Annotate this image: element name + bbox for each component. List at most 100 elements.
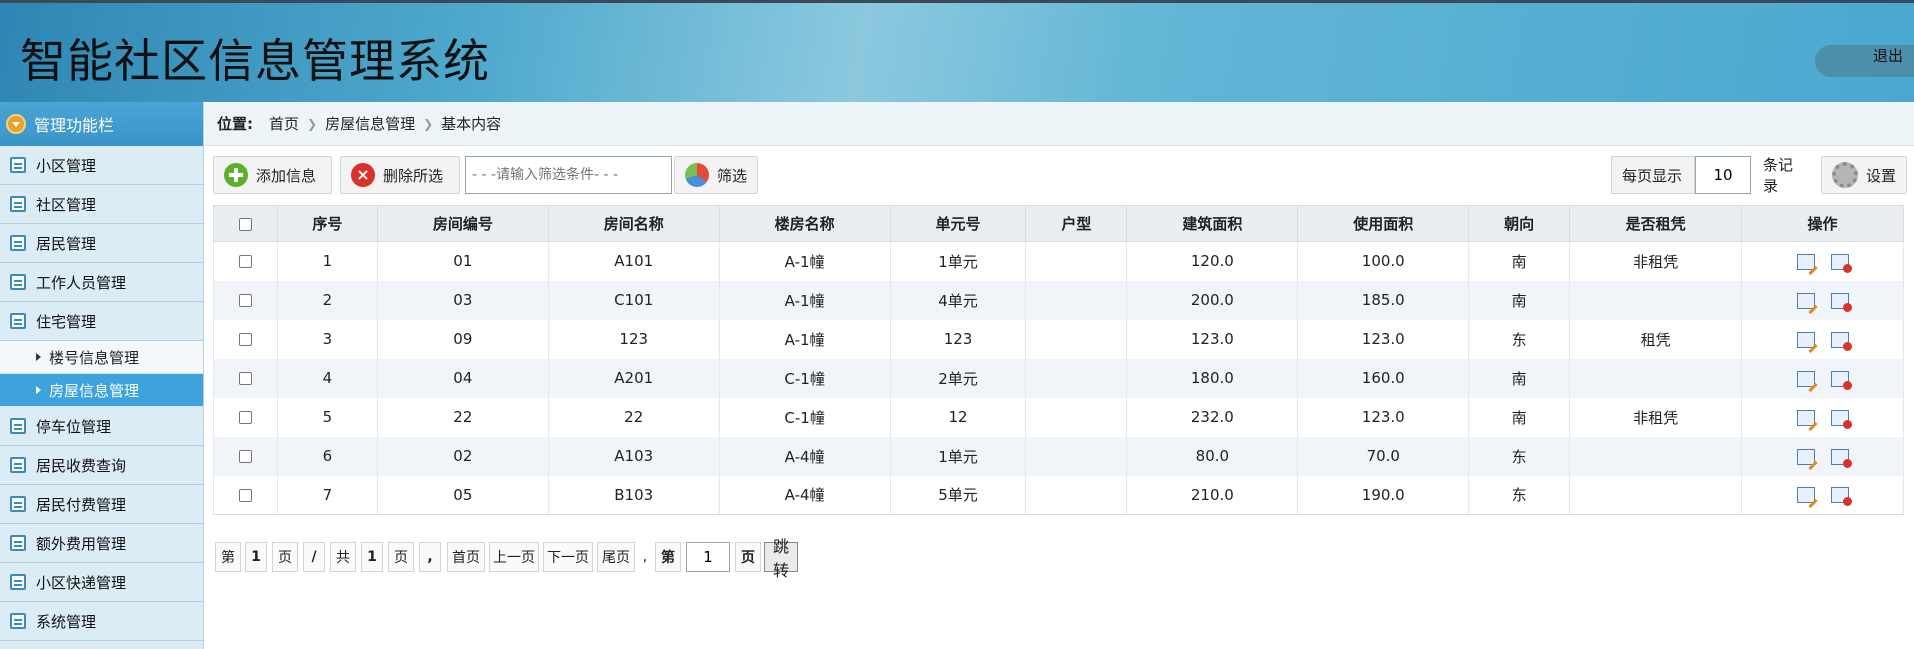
breadcrumb-home[interactable]: 首页 [269, 113, 299, 134]
delete-row-icon[interactable] [1830, 331, 1852, 351]
edit-icon[interactable] [1796, 370, 1815, 387]
table-cell [1569, 358, 1743, 398]
column-header: 序号 [276, 205, 378, 242]
table-cell [1025, 319, 1128, 359]
breadcrumb-house-info[interactable]: 房屋信息管理 [325, 113, 415, 134]
sidebar-header: 管理功能栏 [0, 102, 203, 146]
edit-icon[interactable] [1796, 448, 1815, 465]
row-select-cell [213, 358, 278, 398]
next-page-button[interactable]: 下一页 [543, 542, 593, 572]
table-cell [1025, 397, 1128, 437]
table-cell: 123 [889, 319, 1027, 359]
table-cell: 200.0 [1126, 280, 1299, 320]
row-checkbox[interactable] [238, 333, 252, 346]
jump-page-input[interactable] [686, 542, 730, 572]
row-checkbox[interactable] [238, 411, 252, 424]
caret-right-icon [36, 353, 41, 361]
sidebar-item-group1-1[interactable]: 社区管理 [0, 185, 203, 224]
filter-input[interactable] [465, 156, 672, 194]
sidebar-item-label: 小区管理 [36, 156, 97, 175]
settings-label: 设置 [1866, 166, 1897, 185]
sidebar-item-group2-3[interactable]: 额外费用管理 [0, 524, 203, 563]
jump-button[interactable]: 跳转 [764, 537, 799, 580]
add-button[interactable]: 添加信息 [213, 156, 332, 194]
delete-selected-button[interactable]: × 删除所选 [340, 156, 460, 194]
table-cell: C-1幢 [718, 397, 891, 437]
logout-button[interactable]: 退出 [1815, 45, 1914, 77]
edit-icon[interactable] [1796, 331, 1815, 348]
sidebar-item-group1-0[interactable]: 小区管理 [0, 146, 203, 185]
first-page-button[interactable]: 首页 [447, 542, 485, 572]
table-cell: A-1幢 [718, 319, 891, 359]
row-checkbox[interactable] [238, 255, 252, 269]
delete-row-icon[interactable] [1830, 292, 1852, 312]
table-cell: 7 [276, 475, 378, 515]
perpage-input[interactable] [1695, 156, 1751, 194]
delete-row-icon[interactable] [1830, 448, 1852, 468]
table-cell: 租凭 [1569, 319, 1743, 359]
sidebar-item-label: 居民管理 [36, 234, 97, 253]
last-page-button[interactable]: 尾页 [597, 542, 635, 572]
list-icon [10, 196, 26, 212]
sidebar-item-label: 社区管理 [36, 195, 97, 214]
prev-page-button[interactable]: 上一页 [489, 542, 539, 572]
pager-text: , [419, 542, 441, 572]
delete-row-icon[interactable] [1830, 370, 1852, 390]
column-header: 建筑面积 [1126, 205, 1299, 242]
table-cell: 1 [276, 241, 378, 281]
sidebar-subitem-0[interactable]: 楼号信息管理 [0, 341, 203, 374]
settings-button[interactable]: 设置 [1821, 156, 1907, 194]
table-cell: 22 [376, 397, 549, 437]
sidebar-item-group2-2[interactable]: 居民付费管理 [0, 485, 203, 524]
pager-text: 页 [735, 542, 761, 572]
edit-icon[interactable] [1796, 253, 1815, 270]
edit-icon[interactable] [1796, 487, 1815, 504]
row-checkbox[interactable] [238, 450, 252, 463]
delete-row-icon[interactable] [1830, 409, 1852, 429]
sidebar-subitem-1[interactable]: 房屋信息管理 [0, 374, 203, 407]
table-cell: 09 [376, 319, 549, 359]
table-cell: 02 [376, 436, 549, 476]
table-cell: C-1幢 [718, 358, 891, 398]
list-icon [10, 157, 26, 173]
list-icon [10, 418, 26, 434]
table-cell: 04 [376, 358, 549, 398]
table-cell: A-4幢 [718, 475, 891, 515]
table-cell: 123 [547, 319, 720, 359]
table-cell: 6 [276, 436, 378, 476]
row-checkbox[interactable] [238, 294, 252, 307]
table-cell: 2 [276, 280, 378, 320]
sidebar-item-group1-3[interactable]: 工作人员管理 [0, 263, 203, 302]
perpage-text: 每页显示 [1622, 166, 1683, 185]
table-cell: 123.0 [1297, 397, 1470, 437]
table-cell: 185.0 [1297, 280, 1470, 320]
column-header: 楼房名称 [718, 205, 891, 242]
select-all-checkbox[interactable] [238, 217, 252, 231]
sidebar-item-group2-5[interactable]: 系统管理 [0, 602, 203, 641]
table-cell: 190.0 [1297, 475, 1470, 515]
sidebar-item-group1-4[interactable]: 住宅管理 [0, 302, 203, 341]
column-header: 房间名称 [547, 205, 720, 242]
table-cell: B103 [547, 475, 720, 515]
sidebar-item-group1-2[interactable]: 居民管理 [0, 224, 203, 263]
sidebar-item-group2-0[interactable]: 停车位管理 [0, 407, 203, 446]
row-actions [1741, 358, 1904, 398]
select-all-cell [213, 205, 278, 242]
delete-row-icon[interactable] [1830, 487, 1852, 507]
table-cell: 22 [547, 397, 720, 437]
sidebar-item-group2-4[interactable]: 小区快递管理 [0, 563, 203, 602]
edit-icon[interactable] [1796, 409, 1815, 426]
row-select-cell [213, 475, 278, 515]
sidebar-item-label: 居民收费查询 [36, 456, 127, 475]
table-cell: 南 [1468, 358, 1571, 398]
table-row: 5 22 22 C-1幢 12 232.0 123.0 南非租凭 [213, 397, 1904, 437]
sidebar-item-group2-1[interactable]: 居民收费查询 [0, 446, 203, 485]
row-checkbox[interactable] [238, 488, 252, 502]
column-header: 单元号 [889, 205, 1027, 242]
filter-button[interactable]: 筛选 [674, 156, 758, 194]
sidebar-item-label: 系统管理 [36, 612, 97, 631]
row-checkbox[interactable] [238, 372, 252, 385]
edit-icon[interactable] [1796, 292, 1815, 309]
delete-row-icon[interactable] [1830, 253, 1852, 273]
table-cell: 180.0 [1126, 358, 1299, 398]
